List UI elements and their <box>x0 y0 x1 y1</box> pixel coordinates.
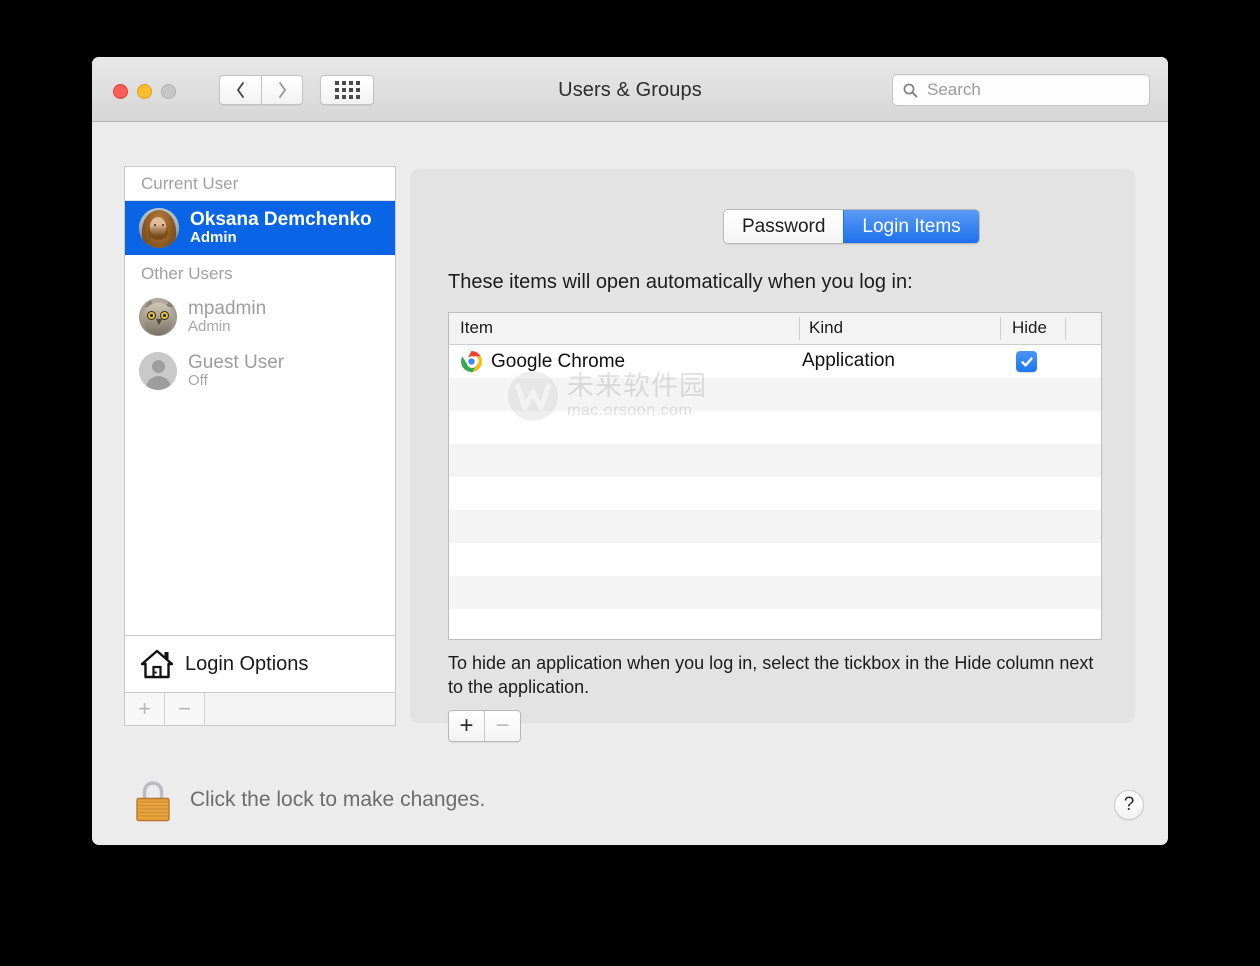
table-row-empty[interactable] <box>449 444 1101 477</box>
table-row-empty[interactable] <box>449 543 1101 576</box>
login-items-table: Item Kind Hide Google Chrome Application <box>448 312 1102 640</box>
user-role: Off <box>188 372 208 390</box>
sidebar-footer-toolbar: + − <box>124 693 396 726</box>
user-role: Admin <box>188 318 231 336</box>
panel-intro-text: These items will open automatically when… <box>448 271 913 293</box>
users-sidebar: Current User Oksana Demchenko Admin Othe… <box>124 166 396 693</box>
window-titlebar: Users & Groups <box>92 57 1168 122</box>
lock-control[interactable]: Click the lock to make changes. <box>132 777 485 823</box>
chrome-icon <box>461 350 482 373</box>
login-items-panel: These items will open automatically when… <box>410 169 1135 742</box>
user-name: mpadmin <box>188 297 267 319</box>
table-row[interactable]: Google Chrome Application <box>449 345 1101 378</box>
login-items-toolbar: + − <box>448 710 521 742</box>
add-user-button[interactable]: + <box>125 693 165 725</box>
tab-bar: Password Login Items <box>723 209 980 244</box>
owl-avatar <box>139 298 177 336</box>
sidebar-group-header-current-user: Current User <box>125 167 395 201</box>
search-input[interactable] <box>925 79 1129 101</box>
user-role: Admin <box>190 229 237 247</box>
lock-message: Click the lock to make changes. <box>190 788 486 811</box>
column-header-hide[interactable]: Hide <box>1012 318 1047 338</box>
remove-login-item-button[interactable]: − <box>484 711 520 741</box>
panel-hint-text: To hide an application when you log in, … <box>448 653 1094 697</box>
user-name: Oksana Demchenko <box>190 208 372 230</box>
search-field[interactable] <box>892 74 1150 106</box>
hide-checkbox-cell[interactable] <box>1016 351 1037 372</box>
person-placeholder-avatar <box>139 352 177 390</box>
hide-checkbox-checked[interactable] <box>1016 351 1037 372</box>
sidebar-item-guest-user[interactable]: Guest User Off <box>125 344 395 398</box>
home-icon <box>140 649 174 679</box>
checkmark-icon <box>1020 356 1033 367</box>
item-name: Google Chrome <box>491 350 626 372</box>
item-kind: Application <box>802 350 895 371</box>
add-login-item-button[interactable]: + <box>449 711 484 741</box>
column-header-item[interactable]: Item <box>460 318 493 338</box>
sidebar-item-oksana-demchenko[interactable]: Oksana Demchenko Admin <box>125 201 395 255</box>
sidebar-empty-space <box>125 398 395 636</box>
user-name: Guest User <box>188 351 285 373</box>
search-icon <box>903 83 918 97</box>
login-options-label: Login Options <box>185 652 309 675</box>
table-row-empty[interactable] <box>449 378 1101 411</box>
sidebar-item-login-options[interactable]: Login Options <box>125 635 395 692</box>
tab-password[interactable]: Password <box>724 210 844 243</box>
table-header-row: Item Kind Hide <box>449 313 1101 345</box>
table-row-empty[interactable] <box>449 609 1101 639</box>
sidebar-group-header-other-users: Other Users <box>141 264 233 283</box>
photo-avatar <box>139 208 179 248</box>
table-row-empty[interactable] <box>449 510 1101 543</box>
tab-login-items[interactable]: Login Items <box>843 210 979 243</box>
table-row-empty[interactable] <box>449 477 1101 510</box>
column-header-kind[interactable]: Kind <box>809 318 843 338</box>
help-button[interactable]: ? <box>1114 790 1144 820</box>
table-row-empty[interactable] <box>449 576 1101 609</box>
table-row-empty[interactable] <box>449 411 1101 444</box>
sidebar-item-mpadmin[interactable]: mpadmin Admin <box>125 290 395 344</box>
system-preferences-window: Users & Groups Current User Oksana Demch… <box>92 57 1168 845</box>
remove-user-button[interactable]: − <box>165 693 205 725</box>
lock-closed-icon[interactable] <box>132 777 174 823</box>
